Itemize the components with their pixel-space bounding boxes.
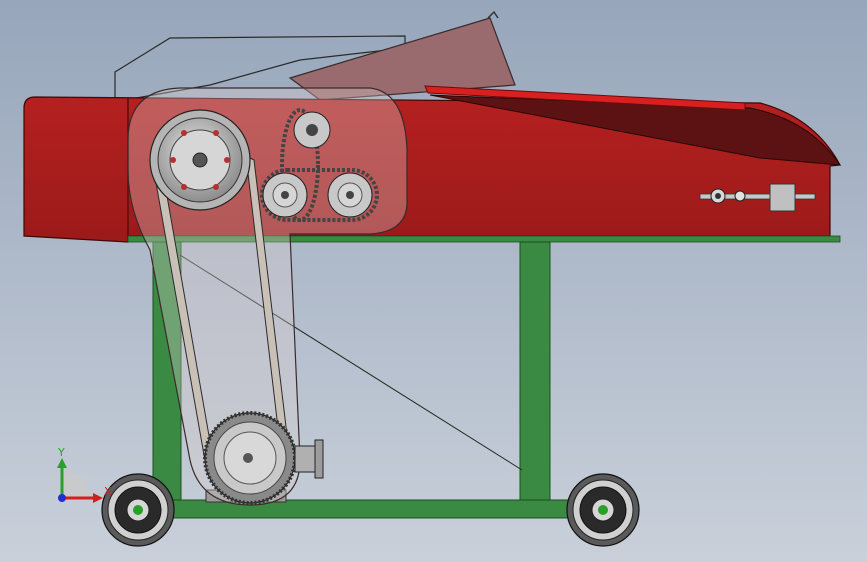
cad-viewport[interactable]: Y X (0, 0, 867, 562)
motor-pulley (203, 411, 297, 505)
sprocket-right (327, 172, 373, 218)
triad-y-label: Y (57, 446, 65, 459)
machine-drawing: Y X (0, 0, 867, 562)
triad-x-label: X (104, 485, 112, 498)
rear-leg (519, 241, 551, 503)
sprocket-left (262, 172, 308, 218)
bottom-beam (149, 499, 571, 519)
sprocket-top (293, 111, 331, 149)
front-wheel (101, 473, 175, 547)
motor-flange (294, 439, 324, 479)
upper-pulley (149, 109, 251, 211)
rear-wheel (566, 473, 640, 547)
